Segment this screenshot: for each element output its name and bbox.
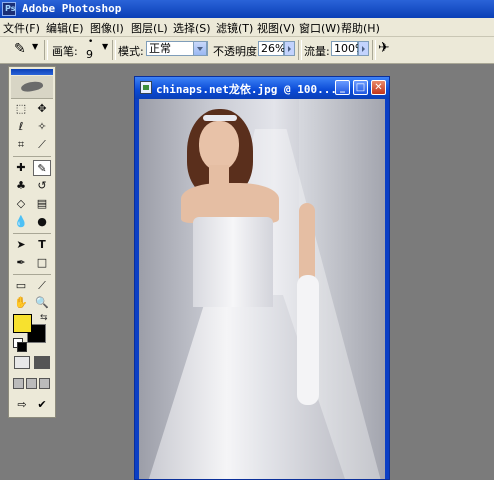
jump-to-imageready-icon[interactable]: ⇨ (14, 397, 30, 412)
airbrush-icon[interactable]: ✈ (378, 40, 390, 56)
menu-help[interactable]: 帮助(H) (341, 20, 380, 36)
brush-preview-dot: • (88, 37, 94, 47)
hand-tool-icon[interactable]: ✋ (12, 295, 30, 311)
minimize-button[interactable]: _ (335, 80, 350, 95)
menu-image[interactable]: 图像(I) (90, 20, 124, 36)
clone-stamp-tool-icon[interactable]: ♣ (12, 178, 30, 194)
brush-size: 9 (86, 48, 93, 61)
document-window: chinaps.net龙依.jpg @ 100... _ □ ✕ (134, 76, 390, 480)
mode-dropdown-button[interactable] (193, 41, 207, 56)
menu-window[interactable]: 窗口(W) (299, 20, 340, 36)
eraser-tool-icon[interactable]: ◇ (12, 196, 30, 212)
app-titlebar: Ps Adobe Photoshop (0, 0, 494, 18)
magic-wand-tool-icon[interactable]: ✧ (33, 119, 51, 135)
standard-screen-mode-icon[interactable] (13, 378, 24, 389)
notes-tool-icon[interactable]: ▭ (12, 278, 30, 294)
document-icon (140, 81, 152, 94)
document-title: chinaps.net龙依.jpg @ 100... (156, 83, 337, 96)
full-screen-mode-icon[interactable] (39, 378, 50, 389)
shape-tool-icon[interactable]: □ (33, 255, 51, 271)
app-title: Adobe Photoshop (22, 2, 122, 15)
imageready-icon[interactable]: ✔ (34, 397, 50, 412)
full-screen-menu-mode-icon[interactable] (26, 378, 37, 389)
history-brush-tool-icon[interactable]: ↺ (33, 178, 51, 194)
type-tool-icon[interactable]: T (33, 237, 51, 253)
path-selection-tool-icon[interactable]: ➤ (12, 237, 30, 253)
slice-tool-icon[interactable]: ⟋ (33, 137, 51, 153)
flow-label: 流量: (304, 45, 330, 58)
close-button[interactable]: ✕ (371, 80, 386, 95)
quick-mask-mode-icon[interactable] (34, 356, 50, 369)
photoshop-app-icon: Ps (2, 2, 16, 16)
pen-tool-icon[interactable]: ✒ (12, 255, 30, 271)
healing-brush-tool-icon[interactable]: ✚ (12, 160, 30, 176)
mode-label: 模式: (118, 45, 144, 58)
close-icon: ✕ (374, 82, 383, 93)
toolbox-separator (13, 156, 51, 157)
lasso-tool-icon[interactable]: ℓ (12, 119, 30, 135)
swap-colors-icon[interactable]: ⇆ (40, 313, 48, 323)
blur-tool-icon[interactable]: 💧 (12, 214, 30, 230)
photo-tiara (203, 115, 237, 121)
tool-preset-dropdown-icon[interactable]: ▼ (32, 42, 38, 51)
options-separator (44, 40, 48, 60)
photo-dress-bodice (193, 217, 273, 307)
minimize-icon: _ (340, 82, 345, 93)
document-titlebar[interactable]: chinaps.net龙依.jpg @ 100... _ □ ✕ (135, 77, 389, 99)
dodge-tool-icon[interactable]: ● (33, 214, 51, 230)
brush-picker-arrow-icon[interactable]: ▼ (102, 42, 108, 51)
brush-tool-icon[interactable]: ✎ (33, 160, 51, 176)
move-tool-icon[interactable]: ✥ (33, 101, 51, 117)
standard-mode-icon[interactable] (14, 356, 30, 369)
toolbox-grip[interactable] (11, 69, 53, 75)
eyedropper-tool-icon[interactable]: ⟋ (33, 278, 51, 294)
foreground-color-swatch[interactable] (13, 314, 32, 333)
menu-file[interactable]: 文件(F) (3, 20, 40, 36)
flow-slider-button[interactable] (358, 41, 369, 56)
toolbox-separator (13, 274, 51, 275)
brush-tool-icon[interactable]: ✎ (14, 41, 26, 57)
maximize-button[interactable]: □ (353, 80, 368, 95)
maximize-icon: □ (355, 82, 366, 93)
menu-select[interactable]: 选择(S) (173, 20, 211, 36)
brush-label: 画笔: (52, 45, 78, 58)
opacity-input[interactable]: 26% (258, 41, 285, 56)
opacity-slider-button[interactable] (284, 41, 295, 56)
menu-view[interactable]: 视图(V) (257, 20, 295, 36)
photo-glove (297, 275, 319, 405)
gradient-tool-icon[interactable]: ▤ (33, 196, 51, 212)
menu-edit[interactable]: 编辑(E) (46, 20, 84, 36)
marquee-tool-icon[interactable]: ⬚ (12, 101, 30, 117)
menu-bar: 文件(F) 编辑(E) 图像(I) 图层(L) 选择(S) 滤镜(T) 视图(V… (0, 18, 494, 37)
toolbox-separator (13, 233, 51, 234)
options-bar: ✎ ▼ 画笔: • 9 ▼ 模式: 正常 不透明度: 26% 流量: 100% … (0, 37, 494, 64)
zoom-tool-icon[interactable]: 🔍 (33, 295, 51, 311)
menu-filter[interactable]: 滤镜(T) (216, 20, 253, 36)
options-separator (372, 40, 376, 60)
toolbox: ⬚ ✥ ℓ ✧ ⌗ ⟋ ✚ ✎ ♣ ↺ ◇ ▤ 💧 ● ➤ T ✒ □ ▭ ⟋ … (8, 66, 56, 418)
options-separator (112, 40, 116, 60)
crop-tool-icon[interactable]: ⌗ (12, 137, 30, 153)
opacity-label: 不透明度: (213, 45, 261, 58)
image-canvas[interactable] (139, 99, 385, 479)
photo-face (199, 121, 239, 171)
default-colors-black-icon (17, 342, 27, 352)
menu-layer[interactable]: 图层(L) (131, 20, 168, 36)
options-separator (298, 40, 302, 60)
photoshop-feather-logo[interactable] (11, 76, 53, 99)
flow-input[interactable]: 100% (331, 41, 365, 56)
